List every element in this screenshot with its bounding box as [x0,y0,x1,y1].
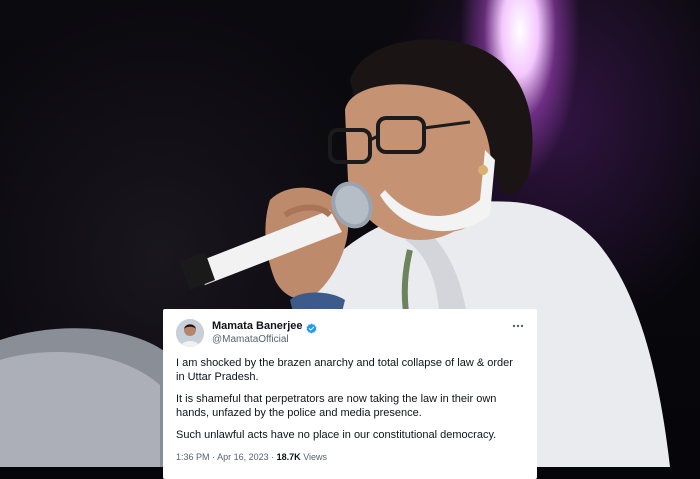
tweet-meta: 1:36 PM · Apr 16, 2023 · 18.7K Views [176,452,524,462]
tweet-time[interactable]: 1:36 PM [176,452,210,462]
tweet-header: Mamata Banerjee @MamataOfficial [176,319,524,357]
views-label: Views [303,451,328,462]
avatar[interactable] [176,319,204,347]
author-block: Mamata Banerjee @MamataOfficial [212,320,317,345]
tweet-paragraph: Such unlawful acts have no place in our … [176,429,497,441]
tweet-text: I am shocked by the brazen anarchy and t… [176,357,524,443]
views-count[interactable]: 18.7K [277,452,301,462]
tweet-paragraph: It is shameful that perpetrators are now… [176,393,497,419]
tweet-date[interactable]: Apr 16, 2023 [217,452,269,462]
more-horizontal-icon[interactable] [512,319,524,329]
verified-badge-icon [306,321,317,333]
meta-separator: · [271,451,275,462]
meta-separator: · [212,451,216,462]
tweet-paragraph: I am shocked by the brazen anarchy and t… [176,357,513,383]
author-handle[interactable]: @MamataOfficial [212,334,317,345]
author-name[interactable]: Mamata Banerjee [212,320,303,332]
tweet-card[interactable]: Mamata Banerjee @MamataOfficial I am sho… [163,309,537,479]
